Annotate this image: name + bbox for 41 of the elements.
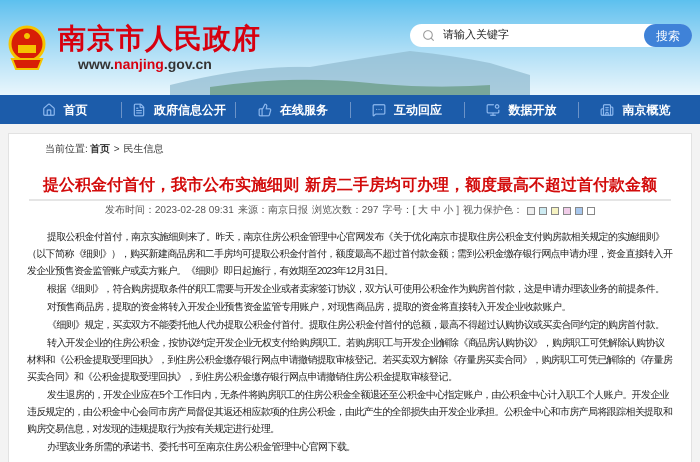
color-swatch[interactable] xyxy=(551,206,560,214)
color-swatch[interactable] xyxy=(587,206,596,214)
search-field[interactable]: 请输入关键字 搜索 xyxy=(410,24,692,47)
nav-item[interactable]: 在线服务 xyxy=(236,100,350,118)
chat-icon xyxy=(372,102,386,116)
article-meta: 浏览次数：297 xyxy=(312,204,378,218)
article-meta: 发布时间：2023-02-28 09:31 xyxy=(104,204,234,218)
article-paragraph: 转入开发企业的住房公积金，按协议约定开发企业无权支付给购房职工。若购房职工与开发企业解除《商品房认购协议》，购房职工可凭解除认购协议材料和《公积金提取受理回执》，到住房公积金缴存银行网点申请撤销提取审核登记。若买卖双方解除《存量房买卖合同》，购房职工可凭已解除的《存量房买卖合同》和《公积金提取受理回执》，到住房公积金缴存银行网点申请撤销住房公积金提取审核登记。 xyxy=(27,336,673,385)
breadcrumb-separator: > xyxy=(114,143,120,157)
nav-item[interactable]: 南京概览 xyxy=(578,100,692,118)
article-paragraph: 办理该业务所需的承诺书、委托书可至南京住房公积金管理中心官网下载。 xyxy=(46,440,357,455)
article-meta: 视力保护色： xyxy=(463,204,524,218)
nav-item[interactable]: 数据开放 xyxy=(464,100,578,118)
nav-item[interactable]: 互动回应 xyxy=(350,100,464,118)
article-paragraph: 发生退房的，开发企业应在5个工作日内，无条件将购房职工的住房公积金全额退还至公积金中心指定账户，由公积金中心计入职工个人账户。开发企业违反规定的，由公积金中心会同市房产局督促其返还相应款项的住房公积金，由此产生的全部损失由开发企业承担。公积金中心和市房产局将跟踪相关提取和购房交易信息，对发现的违规提取行为按有关规定进行处理。 xyxy=(27,388,673,437)
color-swatch[interactable] xyxy=(563,206,572,214)
building-icon xyxy=(600,102,614,116)
breadcrumb-label: 当前位置: xyxy=(45,142,88,157)
search-button[interactable]: 搜索 xyxy=(644,24,692,47)
article-paragraph: 《细则》规定，买卖双方不能委托他人代办提取公积金付首付。提取住房公积金付首付的总额，最高不得超过认购协议或买卖合同约定的购房首付款。 xyxy=(46,318,666,333)
article-paragraph: 对预售商品房，提取的资金将转入开发企业预售资金监管专用账户，对现售商品房，提取的资金将直接转入开发企业收款账户。 xyxy=(46,300,572,315)
color-swatch[interactable] xyxy=(527,206,536,214)
thumbs-up-icon xyxy=(258,102,272,116)
site-title: 南京市人民政府 xyxy=(58,22,261,54)
color-swatch[interactable] xyxy=(539,206,548,214)
home-icon xyxy=(42,102,56,116)
article-meta: 来源：南京日报 xyxy=(238,204,308,218)
document-icon xyxy=(132,102,146,116)
monitor-icon xyxy=(486,102,500,116)
search-icon xyxy=(422,29,435,42)
breadcrumb-link[interactable]: 民生信息 xyxy=(124,142,164,157)
site-url: www.nanjing.gov.cn xyxy=(78,54,213,72)
nav-item[interactable]: 首页 xyxy=(8,100,122,118)
article-meta: 字号：[ 大 中 小 ] xyxy=(382,204,460,218)
breadcrumb-link[interactable]: 首页 xyxy=(90,142,110,157)
emblem-icon xyxy=(8,24,46,70)
article-paragraph: 根据《细则》，符合购房提取条件的职工需要与开发企业或者卖家签订协议，双方认可使用公积金作为购房首付款，这是申请办理该业务的前提条件。 xyxy=(46,282,666,297)
article-paragraph: 提取公积金付首付，南京实施细则来了。昨天，南京住房公积金管理中心官网发布《关于优化南京市提取住房公积金支付购房款相关规定的实施细则》（以下简称《细则》），购买新建商品房和二手房均可提取公积金付首付，额度最高不超过首付款金额；需到公积金缴存银行网点申请办理，资金直接转入开发企业预售资金监管账户或卖方账户。《细则》即日起施行，有效期至2023年12月31日。 xyxy=(27,230,673,279)
nav-item[interactable]: 政府信息公开 xyxy=(122,100,236,118)
article-title: 提公积金付首付，我市公布实施细则 新房二手房均可办理，额度最高不超过首付款金额 xyxy=(42,175,658,195)
color-swatch[interactable] xyxy=(575,206,584,214)
